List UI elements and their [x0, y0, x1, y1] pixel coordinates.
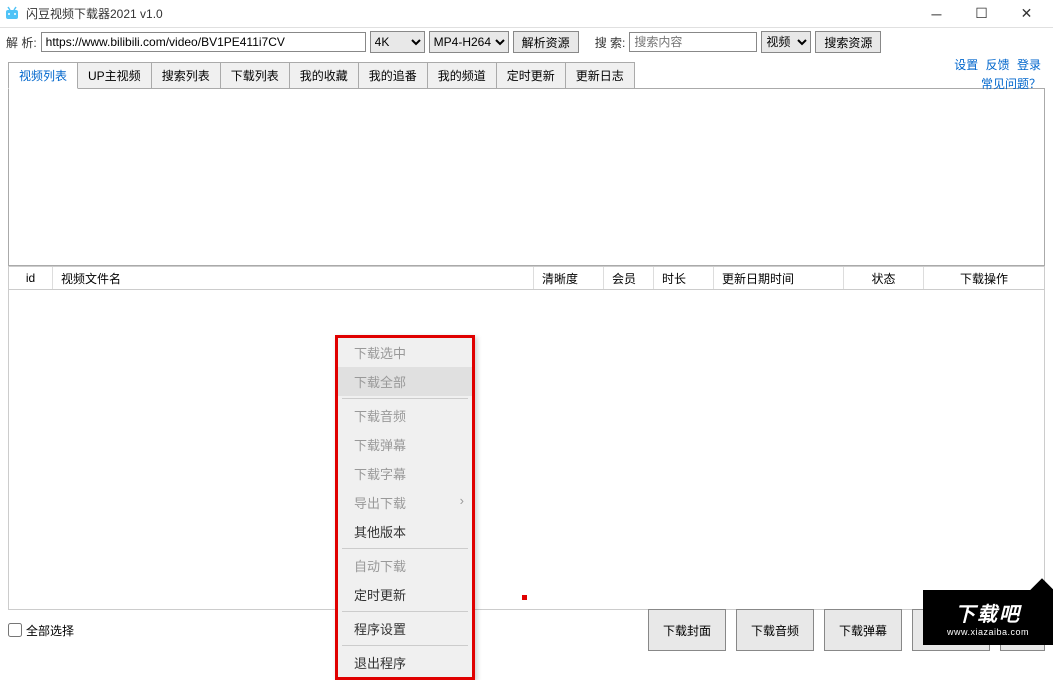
tab-channel[interactable]: 我的频道: [427, 62, 497, 88]
search-input[interactable]: [629, 32, 757, 52]
menu-separator: [342, 611, 468, 612]
top-links: 设置 反馈 登录 常见问题？: [950, 56, 1041, 94]
th-action[interactable]: 下载操作: [924, 267, 1044, 289]
select-all-input[interactable]: [8, 623, 22, 637]
maximize-button[interactable]: ☐: [959, 0, 1004, 28]
table-body[interactable]: 下载选中 下载全部 下载音频 下载弹幕 下载字幕 导出下载› 其他版本 自动下载…: [8, 290, 1045, 610]
th-vip[interactable]: 会员: [604, 267, 654, 289]
search-type-select[interactable]: 视频: [761, 31, 811, 53]
select-all-label: 全部选择: [26, 622, 74, 639]
login-link[interactable]: 登录: [1017, 58, 1041, 72]
tab-video-list[interactable]: 视频列表: [8, 62, 78, 89]
th-date[interactable]: 更新日期时间: [714, 267, 844, 289]
th-duration[interactable]: 时长: [654, 267, 714, 289]
url-input[interactable]: [41, 32, 366, 52]
menu-download-subtitle[interactable]: 下载字幕: [338, 459, 472, 488]
watermark-url: www.xiazaiba.com: [947, 627, 1029, 637]
menu-separator: [342, 398, 468, 399]
app-icon: [4, 6, 20, 22]
select-all-checkbox[interactable]: 全部选择: [8, 622, 74, 639]
minimize-button[interactable]: ─: [914, 0, 959, 28]
tab-favorites[interactable]: 我的收藏: [289, 62, 359, 88]
quality-select[interactable]: 4K: [370, 31, 425, 53]
titlebar: 闪豆视频下载器2021 v1.0 ─ ☐ ✕: [0, 0, 1053, 28]
search-button[interactable]: 搜索资源: [815, 31, 881, 53]
menu-download-selected[interactable]: 下载选中: [338, 338, 472, 367]
th-name[interactable]: 视频文件名: [53, 267, 534, 289]
feedback-link[interactable]: 反馈: [986, 58, 1010, 72]
menu-download-all[interactable]: 下载全部: [338, 367, 472, 396]
chevron-right-icon: ›: [460, 493, 464, 508]
watermark-text: 下载吧: [955, 598, 1021, 627]
toolbar: 解 析: 4K MP4-H264 解析资源 搜 索: 视频 搜索资源: [0, 28, 1053, 56]
format-select[interactable]: MP4-H264: [429, 31, 509, 53]
preview-area: [8, 88, 1045, 266]
app-title: 闪豆视频下载器2021 v1.0: [26, 5, 914, 22]
tab-changelog[interactable]: 更新日志: [565, 62, 635, 88]
faq-link[interactable]: 常见问题？: [981, 77, 1041, 91]
settings-link[interactable]: 设置: [954, 58, 978, 72]
th-quality[interactable]: 清晰度: [534, 267, 604, 289]
table-header: id 视频文件名 清晰度 会员 时长 更新日期时间 状态 下载操作: [8, 266, 1045, 290]
close-button[interactable]: ✕: [1004, 0, 1049, 28]
menu-other-versions[interactable]: 其他版本: [338, 517, 472, 546]
parse-button[interactable]: 解析资源: [513, 31, 579, 53]
tab-download-list[interactable]: 下载列表: [220, 62, 290, 88]
menu-auto-download[interactable]: 自动下载: [338, 551, 472, 580]
menu-export-download[interactable]: 导出下载›: [338, 488, 472, 517]
tab-bangumi[interactable]: 我的追番: [358, 62, 428, 88]
tab-bar: 视频列表 UP主视频 搜索列表 下载列表 我的收藏 我的追番 我的频道 定时更新…: [0, 56, 1053, 88]
tab-schedule[interactable]: 定时更新: [496, 62, 566, 88]
parse-label: 解 析:: [6, 34, 37, 51]
search-label: 搜 索:: [595, 34, 626, 51]
menu-download-danmu[interactable]: 下载弹幕: [338, 430, 472, 459]
red-marker: [522, 595, 527, 600]
tab-up-videos[interactable]: UP主视频: [77, 62, 152, 88]
th-id[interactable]: id: [9, 267, 53, 289]
menu-separator: [342, 645, 468, 646]
menu-exit-program[interactable]: 退出程序: [338, 648, 472, 677]
menu-download-audio[interactable]: 下载音频: [338, 401, 472, 430]
bottom-bar: 全部选择 下载封面 下载音频 下载弹幕 下载字幕 下载: [0, 617, 1053, 643]
tab-search-list[interactable]: 搜索列表: [151, 62, 221, 88]
watermark: 下载吧 www.xiazaiba.com: [923, 590, 1053, 645]
menu-separator: [342, 548, 468, 549]
th-status[interactable]: 状态: [844, 267, 924, 289]
window-controls: ─ ☐ ✕: [914, 0, 1049, 28]
menu-schedule-update[interactable]: 定时更新: [338, 580, 472, 609]
video-table: id 视频文件名 清晰度 会员 时长 更新日期时间 状态 下载操作 下载选中 下…: [8, 266, 1045, 610]
